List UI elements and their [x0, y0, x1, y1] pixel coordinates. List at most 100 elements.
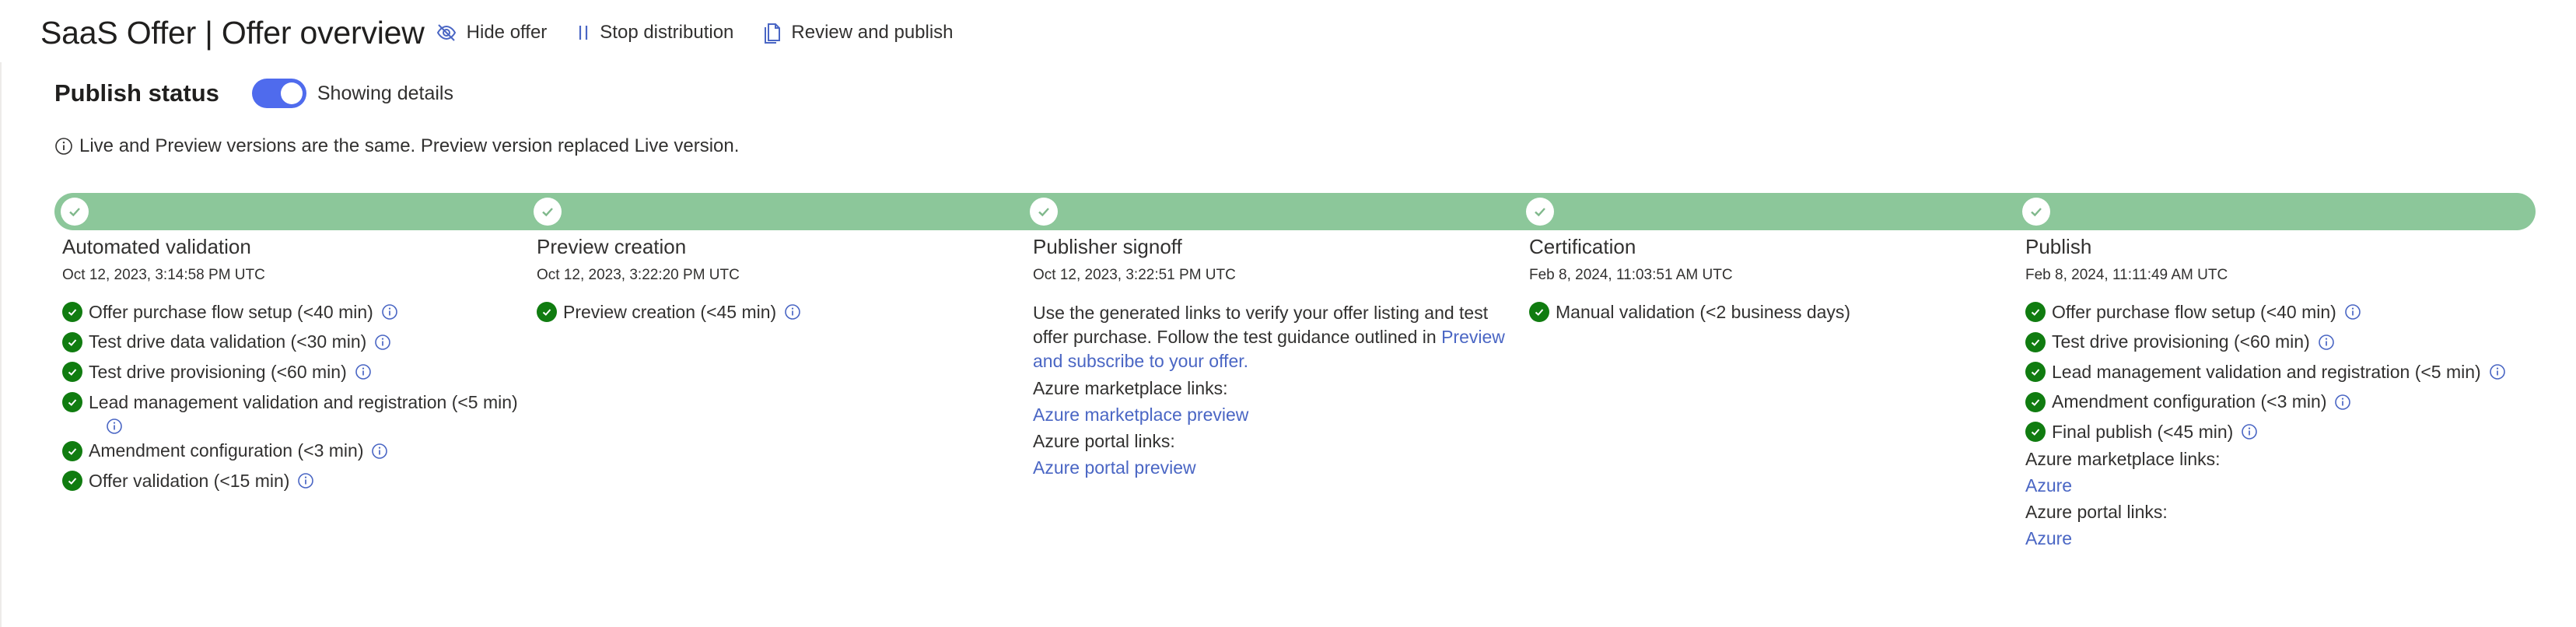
- info-icon[interactable]: [374, 334, 391, 351]
- step-date: Oct 12, 2023, 3:22:20 PM UTC: [537, 267, 740, 283]
- step-certification: Certification Feb 8, 2024, 11:03:51 AM U…: [1529, 235, 1850, 328]
- step-complete-icon: [534, 198, 562, 226]
- list-item: Offer purchase flow setup (<40 min): [62, 297, 518, 328]
- panel-left-border: [0, 62, 2, 627]
- info-message: Live and Preview versions are the same. …: [54, 135, 739, 157]
- portal-preview-link[interactable]: Azure portal preview: [1033, 454, 1507, 481]
- list-item: Test drive provisioning (<60 min): [62, 357, 518, 387]
- review-publish-label: Review and publish: [791, 22, 954, 43]
- info-icon: [55, 138, 72, 155]
- step-complete-icon: [2022, 198, 2050, 226]
- info-icon[interactable]: [297, 472, 314, 489]
- success-check-icon: [62, 331, 82, 352]
- info-icon[interactable]: [2344, 303, 2361, 321]
- item-label: Test drive provisioning (<60 min): [89, 361, 347, 382]
- step-title: Publish: [2025, 235, 2092, 258]
- success-check-icon: [62, 471, 82, 492]
- marketplace-link[interactable]: Azure: [2025, 472, 2506, 499]
- list-item: Lead management validation and registrat…: [62, 387, 518, 436]
- portal-links-label: Azure portal links:: [2025, 501, 2168, 522]
- list-item: Manual validation (<2 business days): [1529, 297, 1850, 328]
- success-check-icon: [537, 302, 557, 323]
- info-icon[interactable]: [2489, 363, 2506, 380]
- step-complete-icon: [1526, 198, 1554, 226]
- checkmark-icon: [542, 208, 553, 217]
- marketplace-links-label: Azure marketplace links:: [1033, 378, 1228, 398]
- item-label: Offer validation (<15 min): [89, 470, 290, 491]
- review-publish-button[interactable]: Review and publish: [763, 22, 954, 44]
- item-label: Amendment configuration (<3 min): [2052, 391, 2327, 412]
- success-check-icon: [62, 362, 82, 383]
- success-check-icon: [62, 302, 82, 323]
- item-label: Lead management validation and registrat…: [2052, 361, 2481, 382]
- publish-status-title: Publish status: [54, 79, 219, 107]
- portal-link[interactable]: Azure: [2025, 525, 2506, 552]
- step-title: Preview creation: [537, 235, 687, 258]
- step-date: Feb 8, 2024, 11:11:49 AM UTC: [2025, 267, 2228, 283]
- item-label: Lead management validation and registrat…: [89, 391, 518, 412]
- hide-offer-button[interactable]: Hide offer: [436, 22, 548, 44]
- info-icon[interactable]: [106, 418, 123, 435]
- success-check-icon: [2025, 391, 2046, 412]
- checkmark-icon: [1535, 208, 1545, 217]
- info-icon[interactable]: [355, 363, 372, 380]
- portal-links-label: Azure portal links:: [1033, 431, 1175, 451]
- list-item: Offer purchase flow setup (<40 min): [2025, 297, 2506, 328]
- list-item: Final publish (<45 min): [2025, 417, 2506, 447]
- success-check-icon: [2025, 302, 2046, 323]
- step-complete-icon: [1030, 198, 1058, 226]
- step-publish: Publish Feb 8, 2024, 11:11:49 AM UTC Off…: [2025, 235, 2506, 552]
- success-check-icon: [2025, 422, 2046, 443]
- checkmark-icon: [2031, 208, 2042, 217]
- info-icon[interactable]: [371, 443, 388, 460]
- item-label: Manual validation (<2 business days): [1556, 301, 1851, 322]
- step-date: Feb 8, 2024, 11:03:51 AM UTC: [1529, 267, 1733, 283]
- publish-progress-bar: [54, 193, 2536, 230]
- toggle-knob: [280, 82, 303, 104]
- step-date: Oct 12, 2023, 3:22:51 PM UTC: [1033, 267, 1236, 283]
- signoff-text: Use the generated links to verify your o…: [1033, 303, 1489, 347]
- item-label: Offer purchase flow setup (<40 min): [89, 301, 373, 322]
- item-label: Amendment configuration (<3 min): [89, 440, 364, 461]
- success-check-icon: [62, 391, 82, 412]
- step-title: Publisher signoff: [1033, 235, 1182, 258]
- list-item: Test drive provisioning (<60 min): [2025, 328, 2506, 358]
- info-icon[interactable]: [2241, 423, 2258, 440]
- marketplace-preview-link[interactable]: Azure marketplace preview: [1033, 401, 1507, 428]
- list-item: Amendment configuration (<3 min): [2025, 387, 2506, 418]
- item-label: Test drive data validation (<30 min): [89, 331, 367, 352]
- toggle-label: Showing details: [317, 82, 453, 104]
- item-label: Offer purchase flow setup (<40 min): [2052, 301, 2336, 322]
- success-check-icon: [62, 440, 82, 461]
- list-item: Offer validation (<15 min): [62, 466, 518, 496]
- item-label: Test drive provisioning (<60 min): [2052, 331, 2310, 352]
- success-check-icon: [2025, 331, 2046, 352]
- checkmark-icon: [1038, 208, 1049, 217]
- step-publisher-signoff: Publisher signoff Oct 12, 2023, 3:22:51 …: [1033, 235, 1507, 481]
- list-item: Lead management validation and registrat…: [2025, 357, 2506, 387]
- stop-distribution-button[interactable]: Stop distribution: [576, 22, 733, 44]
- details-toggle[interactable]: [251, 79, 306, 108]
- info-icon[interactable]: [2334, 394, 2351, 411]
- pause-icon: [579, 26, 588, 40]
- page-title: SaaS Offer | Offer overview: [40, 14, 425, 51]
- info-icon[interactable]: [381, 303, 398, 321]
- step-automated-validation: Automated validation Oct 12, 2023, 3:14:…: [62, 235, 518, 496]
- step-preview-creation: Preview creation Oct 12, 2023, 3:22:20 P…: [537, 235, 801, 328]
- list-item: Preview creation (<45 min): [537, 297, 801, 328]
- step-title: Certification: [1529, 235, 1636, 258]
- list-item: Test drive data validation (<30 min): [62, 328, 518, 358]
- hide-offer-label: Hide offer: [466, 22, 548, 43]
- marketplace-links-label: Azure marketplace links:: [2025, 448, 2221, 469]
- list-item: Amendment configuration (<3 min): [62, 436, 518, 467]
- checkmark-icon: [69, 208, 80, 217]
- signoff-instructions: Use the generated links to verify your o…: [1033, 301, 1507, 373]
- eye-hide-icon: [436, 24, 456, 41]
- item-label: Preview creation (<45 min): [563, 301, 777, 322]
- info-message-text: Live and Preview versions are the same. …: [79, 135, 740, 156]
- info-icon[interactable]: [784, 303, 801, 321]
- page-header: SaaS Offer | Offer overview Hide offer S…: [40, 11, 954, 54]
- info-icon[interactable]: [2318, 334, 2335, 351]
- stop-distribution-label: Stop distribution: [600, 22, 734, 43]
- step-title: Automated validation: [62, 235, 251, 258]
